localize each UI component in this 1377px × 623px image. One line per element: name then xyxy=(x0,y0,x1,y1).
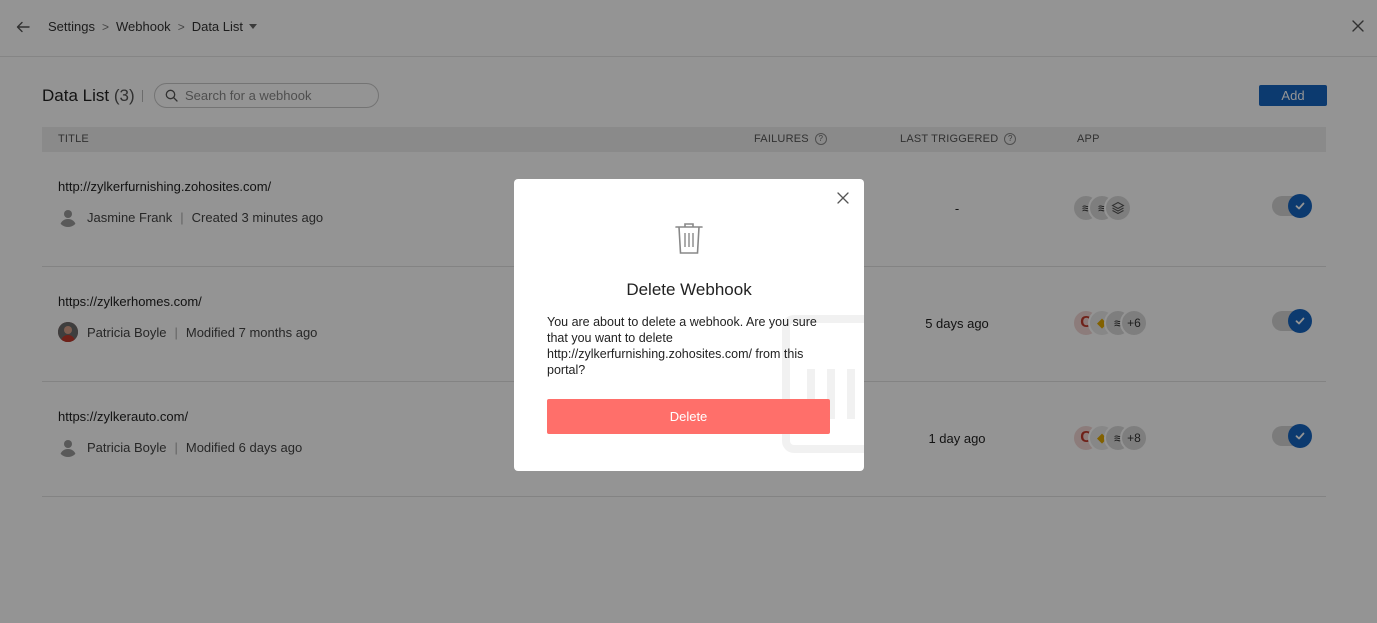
dialog-title: Delete Webhook xyxy=(626,280,752,299)
delete-button[interactable]: Delete xyxy=(547,399,830,434)
dialog-message: You are about to delete a webhook. Are y… xyxy=(547,315,817,377)
delete-webhook-dialog: Delete Webhook You are about to delete a… xyxy=(514,179,864,471)
trash-icon xyxy=(675,223,703,254)
close-icon[interactable] xyxy=(836,191,850,205)
app-root: Settings > Webhook > Data List Data List… xyxy=(0,0,1377,623)
